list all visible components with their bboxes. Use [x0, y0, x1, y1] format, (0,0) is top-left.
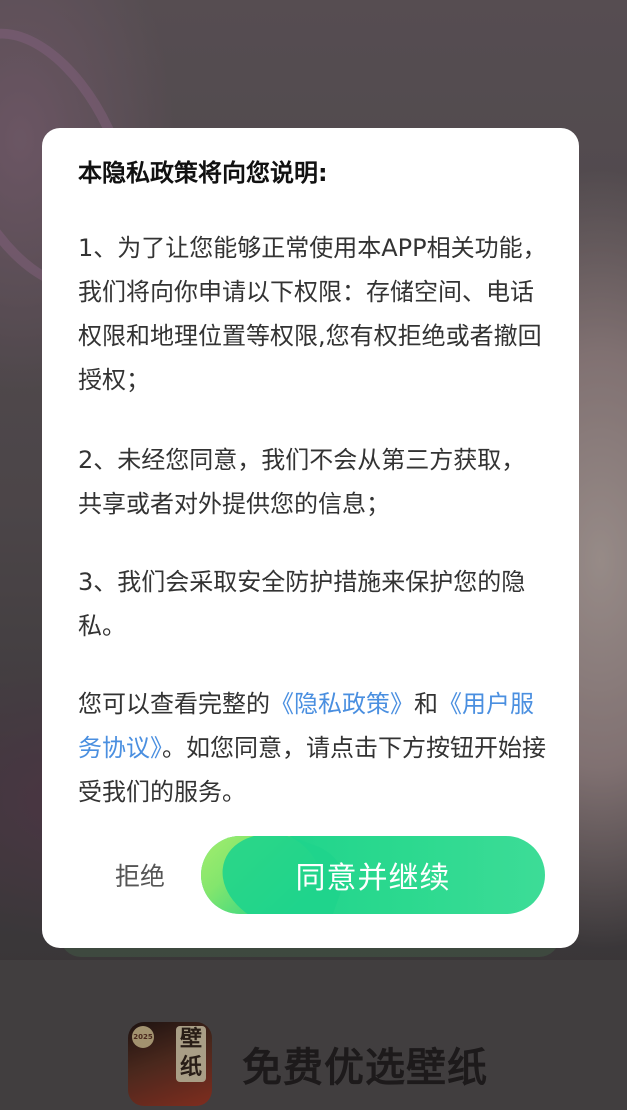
- privacy-policy-link[interactable]: 《隐私政策》: [270, 690, 414, 718]
- agree-continue-button[interactable]: 同意并继续: [201, 836, 545, 914]
- consent-text-and: 和: [414, 690, 438, 718]
- consent-text-prefix: 您可以查看完整的: [78, 690, 270, 718]
- dialog-title: 本隐私政策将向您说明:: [78, 159, 328, 187]
- policy-paragraph-permissions: 1、为了让您能够正常使用本APP相关功能，我们将向你申请以下权限：存储空间、电话…: [78, 234, 547, 394]
- policy-paragraph-security: 3、我们会采取安全防护措施来保护您的隐私。: [78, 568, 526, 640]
- privacy-dialog: 本隐私政策将向您说明: 1、为了让您能够正常使用本APP相关功能，我们将向你申请…: [42, 128, 579, 948]
- policy-paragraph-consent: 您可以查看完整的《隐私政策》和《用户服务协议》。如您同意，请点击下方按钮开始接受…: [78, 682, 548, 814]
- screen: 2025 壁纸 免费优选壁纸 本隐私政策将向您说明: 1、为了让您能够正常使用本…: [0, 0, 627, 1110]
- reject-button[interactable]: 拒绝: [100, 854, 180, 900]
- agree-button-label: 同意并继续: [295, 861, 451, 896]
- policy-paragraph-sharing: 2、未经您同意，我们不会从第三方获取，共享或者对外提供您的信息；: [78, 446, 526, 518]
